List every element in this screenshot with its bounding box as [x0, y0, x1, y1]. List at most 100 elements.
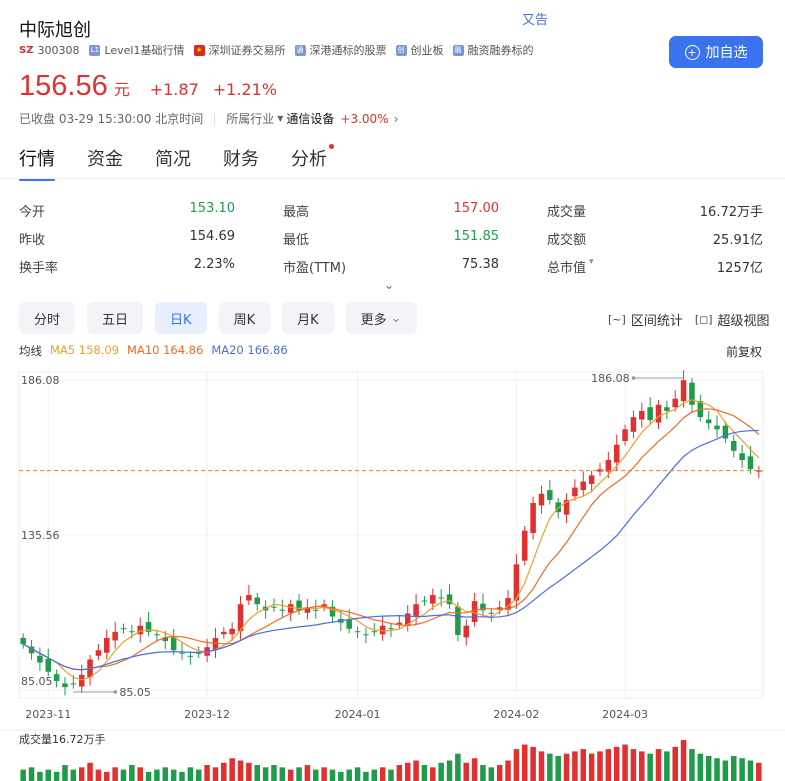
candle-body — [313, 609, 319, 611]
range-stats-button[interactable]: [~] 区间统计 — [608, 310, 683, 329]
add-watchlist-button[interactable]: + 加自选 — [669, 36, 763, 68]
divider — [214, 112, 216, 125]
period-button[interactable]: 日K — [155, 302, 207, 334]
tag-level1[interactable]: L1 Level1基础行情 — [89, 42, 185, 58]
volume-bar — [287, 769, 294, 781]
candle-body — [187, 655, 194, 657]
volume-bar — [547, 753, 553, 781]
stat-cell: 今开 153.10 — [19, 201, 283, 220]
period-label: 五日 — [102, 312, 129, 328]
tag-connect[interactable]: 通深港通标的股票 — [294, 42, 387, 58]
volume-bar — [430, 767, 436, 781]
volume-bar — [271, 765, 277, 781]
volume-bar — [246, 762, 252, 781]
stats-row: 昨收 154.69 最低 151.85 成交额 25.91亿 — [19, 224, 763, 252]
kline-chart[interactable]: 186.08 135.56 85.05 2023-11 2023-12 2024-01 20… — [0, 360, 785, 781]
ma10-value: MA10 164.86 — [127, 343, 204, 357]
stat-cell: 换手率 2.23% — [19, 257, 283, 276]
range-stats-icon: [~] — [608, 313, 626, 326]
stat-value: 151.85 — [453, 228, 500, 244]
y-tick-label: 186.08 — [21, 374, 60, 387]
volume-bar — [572, 751, 578, 781]
candle-body — [639, 410, 645, 420]
expand-chevron-icon[interactable]: ⌄ — [384, 278, 394, 292]
candle-body — [413, 604, 419, 616]
volume-label: 成交量16.72万手 — [19, 733, 106, 746]
volume-bar — [78, 767, 85, 781]
margin-icon: 融 — [452, 44, 464, 56]
stat-value: 75.38 — [461, 256, 499, 272]
chart-tools: [~] 区间统计 [◻] 超级视图 — [596, 310, 770, 329]
volume-bar — [329, 769, 336, 781]
volume-bar — [563, 753, 570, 781]
candle-body — [104, 637, 110, 653]
candle-body — [747, 456, 754, 470]
super-view-button[interactable]: [◻] 超级视图 — [695, 310, 770, 329]
candle-body — [95, 650, 102, 656]
stat-label: 换手率 — [19, 260, 59, 276]
period-button[interactable]: 月K — [282, 302, 334, 334]
volume-bar — [622, 744, 628, 781]
tab-analysis[interactable]: 分析 — [291, 144, 334, 171]
period-label: 月K — [297, 312, 319, 328]
notice-link[interactable]: 又告 — [522, 9, 548, 28]
candle-body — [622, 429, 628, 441]
tab-funds[interactable]: 资金 — [87, 145, 123, 171]
stats-row: 换手率 2.23% 市盈(TTM) 75.38 总市值 ▾ 1257亿 — [19, 252, 763, 280]
volume-bar — [488, 767, 495, 781]
stock-tags: SZ 300308 L1 Level1基础行情 ★ 深圳证券交易所 通深港通标的股票… — [19, 42, 543, 58]
min-marker-label: 85.05 — [119, 686, 151, 699]
tool-label: 区间统计 — [630, 314, 683, 329]
industry-link[interactable]: 通信设备 — [286, 110, 334, 127]
volume-bar — [396, 765, 403, 781]
tag-label: 深圳证券交易所 — [208, 44, 286, 57]
candle-body — [78, 674, 85, 687]
connect-icon: 通 — [294, 44, 306, 56]
candle-body — [664, 407, 670, 411]
candle-body — [739, 453, 745, 461]
max-marker-label: 186.08 — [591, 372, 630, 385]
stat-value: 1257亿 — [716, 260, 763, 276]
tag-exchange[interactable]: ★ 深圳证券交易所 — [193, 42, 286, 58]
max-marker-dot — [631, 376, 636, 380]
period-button[interactable]: 五日 — [87, 302, 144, 334]
adjust-selector[interactable]: 前复权 — [726, 343, 762, 360]
volume-bar — [455, 753, 461, 781]
ma-title: 均线 — [19, 344, 42, 358]
tag-margin[interactable]: 融融资融券标的 — [452, 42, 534, 58]
volume-bar — [505, 760, 511, 781]
tab-quote[interactable]: 行情 — [19, 145, 55, 181]
stat-cell: 最高 157.00 — [283, 201, 547, 220]
candle-body — [572, 487, 578, 497]
candle-body — [588, 475, 595, 484]
volume-bar — [672, 746, 678, 781]
y-tick-label: 135.56 — [21, 529, 60, 542]
ma5-value: MA5 158.09 — [50, 343, 119, 357]
volume-bar — [756, 762, 762, 781]
tool-label: 超级视图 — [717, 314, 770, 329]
volume-bar — [371, 769, 378, 781]
tab-profile[interactable]: 简况 — [155, 145, 191, 171]
candle-body — [705, 419, 712, 424]
volume-bar — [588, 753, 595, 781]
volume-bar — [254, 765, 261, 781]
stat-label: 最高 — [283, 204, 310, 220]
volume-bar — [421, 765, 428, 781]
volume-bar — [705, 755, 712, 781]
tab-finance[interactable]: 财务 — [223, 145, 259, 171]
market-badge: SZ — [19, 44, 34, 56]
volume-bar — [179, 771, 185, 781]
stat-label: 总市值 — [547, 260, 587, 276]
period-button[interactable]: 分时 — [19, 302, 76, 334]
candle-body — [70, 683, 77, 685]
caret-down-icon[interactable]: ▾ — [589, 257, 594, 276]
tag-label: 深港通标的股票 — [309, 44, 387, 57]
period-button[interactable]: 周K — [218, 302, 271, 334]
industry-label: 所属行业 — [226, 112, 275, 126]
chevron-right-icon[interactable]: › — [394, 112, 399, 126]
period-button[interactable]: 更多 ⌄ — [345, 302, 417, 334]
volume-bar — [354, 767, 361, 781]
stat-label: 成交量 — [547, 204, 587, 220]
stat-cell: 昨收 154.69 — [19, 229, 283, 248]
tag-chinext[interactable]: 创创业板 — [395, 42, 444, 58]
